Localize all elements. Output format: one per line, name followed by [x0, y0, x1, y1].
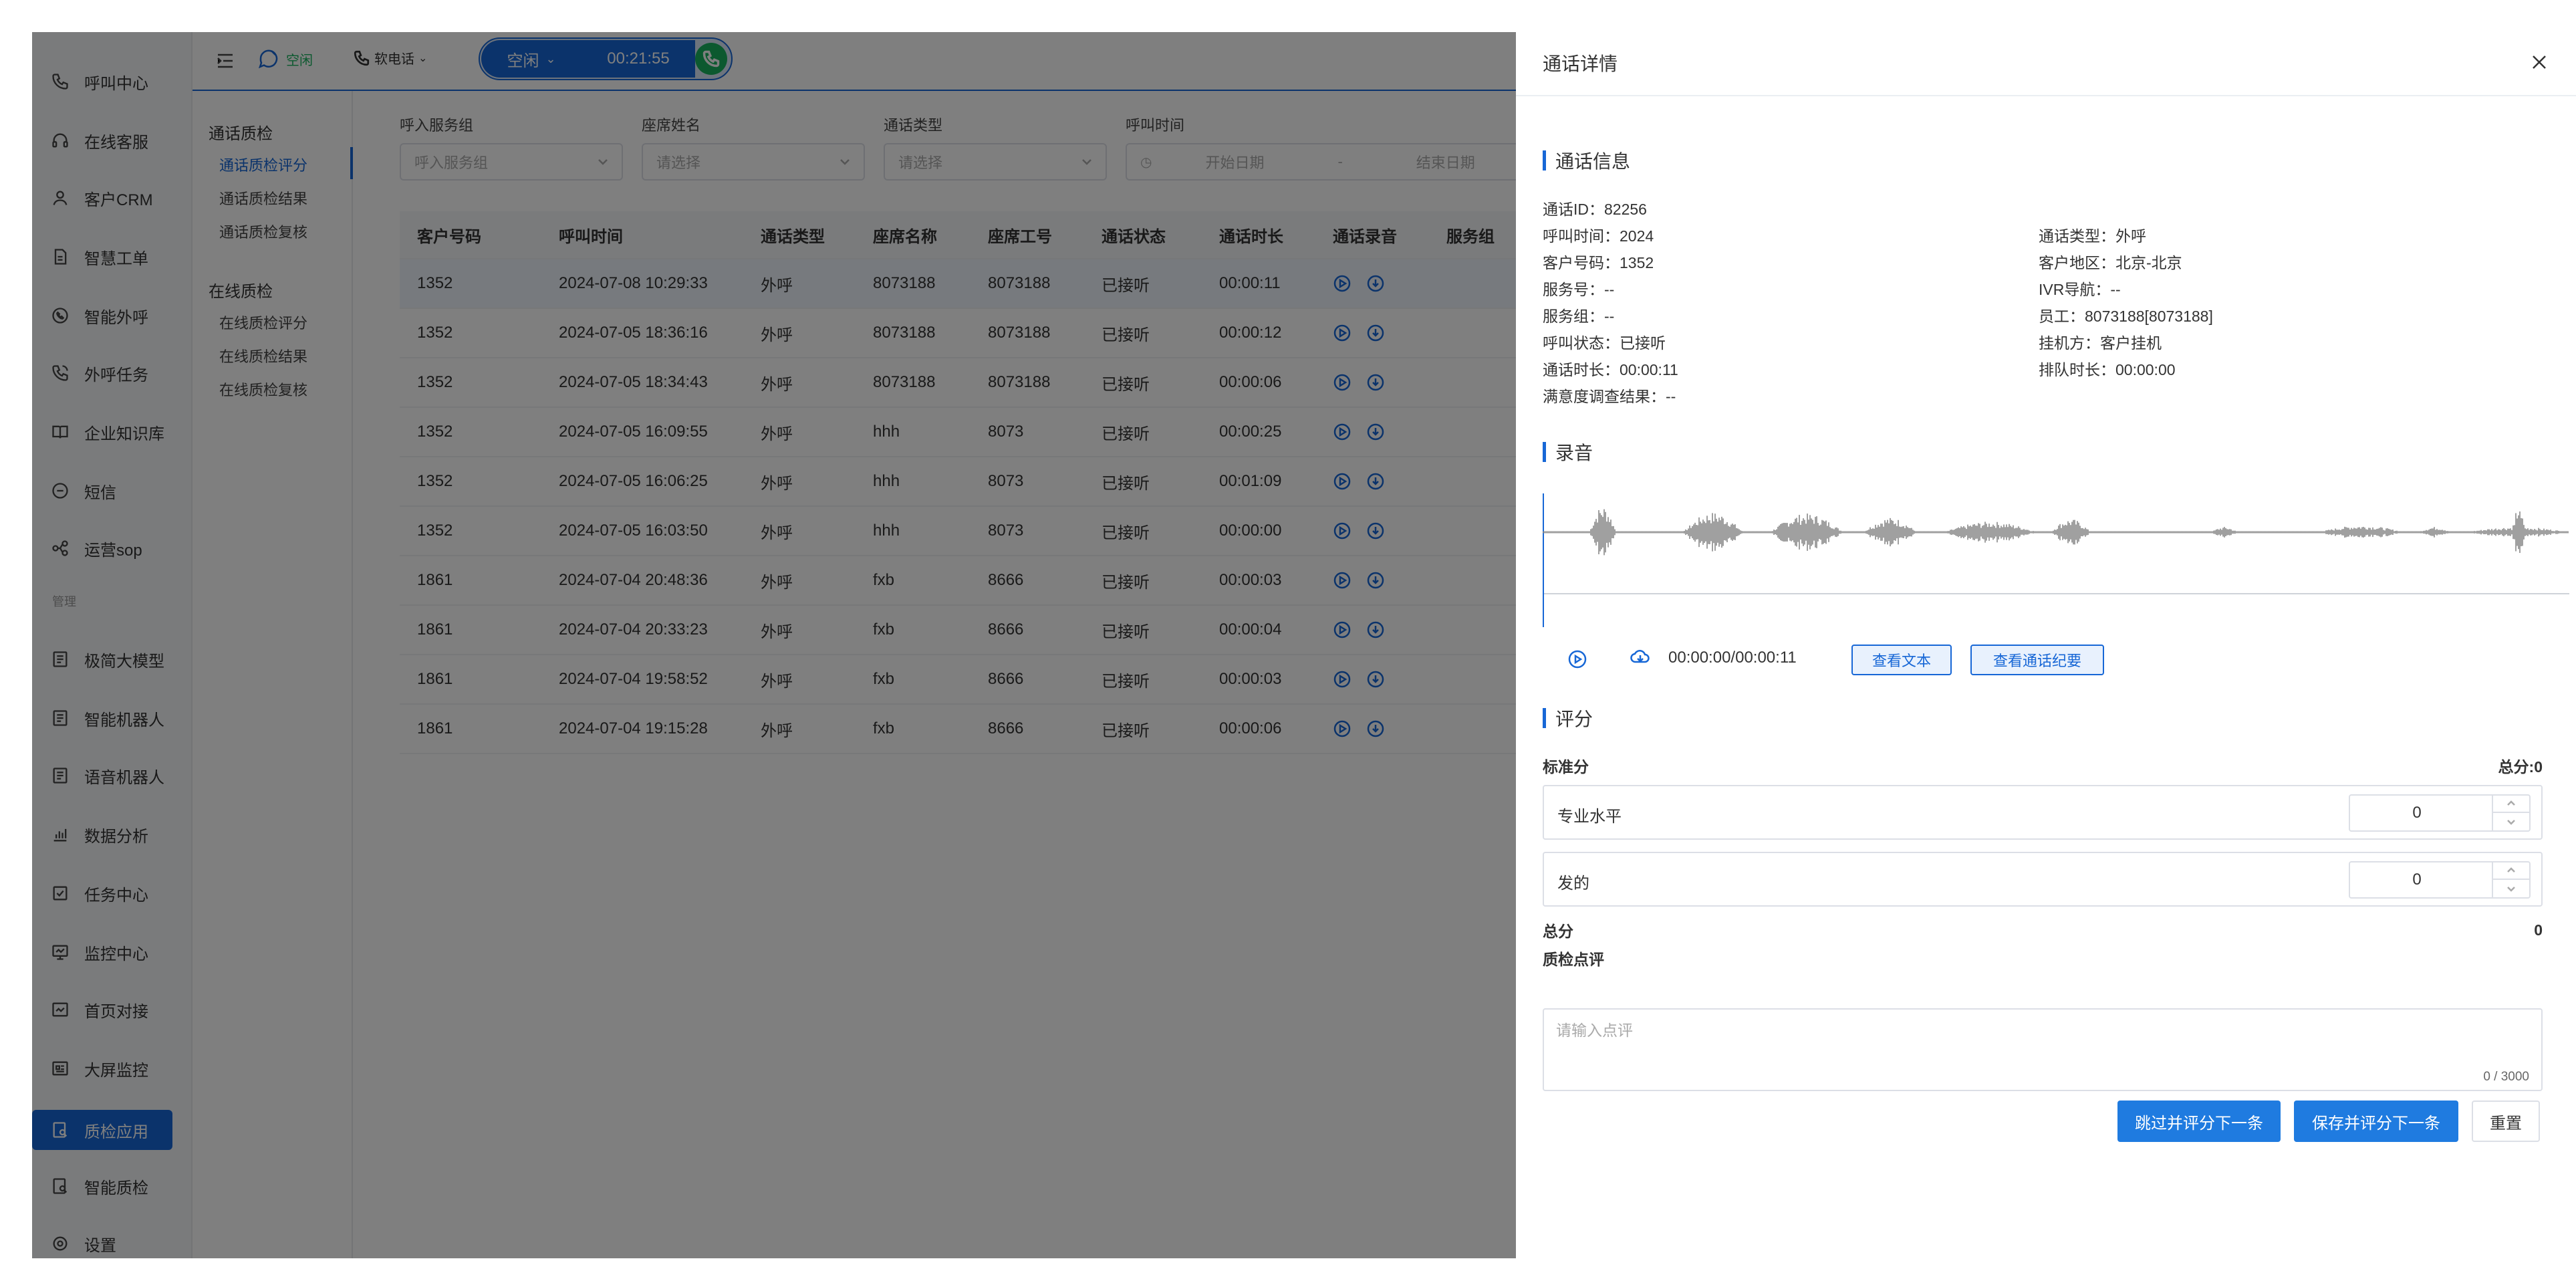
score-item-row: 专业水平 0 — [1543, 785, 2543, 840]
score-input-number[interactable]: 0 — [2349, 794, 2531, 832]
info-staff: 员工：8073188[8073188] — [2039, 308, 2213, 325]
audio-waveform[interactable] — [1543, 493, 2569, 627]
comment-label: 质检点评 — [1543, 951, 1604, 968]
info-service-group: 服务组：-- — [1543, 308, 1615, 325]
comment-textarea[interactable]: 请输入点评 0 / 3000 — [1543, 1008, 2543, 1091]
comment-placeholder: 请输入点评 — [1556, 1022, 1633, 1039]
chevron-down-icon — [2507, 887, 2515, 892]
info-duration: 通话时长：00:00:11 — [1543, 361, 1678, 378]
close-icon[interactable] — [2529, 52, 2549, 72]
play-icon[interactable] — [1567, 649, 1588, 670]
score-item-name: 发的 — [1557, 875, 1589, 893]
section-title-call-info: 通话信息 — [1543, 147, 1630, 174]
view-summary-button[interactable]: 查看通话纪要 — [1970, 645, 2104, 675]
score-stepper — [2492, 862, 2529, 897]
info-hangup: 挂机方：客户挂机 — [2039, 334, 2162, 352]
total-value: 0 — [2534, 921, 2543, 939]
view-text-button[interactable]: 查看文本 — [1851, 645, 1952, 675]
info-customer-region: 客户地区：北京-北京 — [2039, 254, 2182, 271]
total-score-summary: 总分:0 — [2498, 758, 2543, 776]
info-call-status: 呼叫状态：已接听 — [1543, 334, 1666, 352]
score-item-row: 发的 0 — [1543, 852, 2543, 907]
info-call-type: 通话类型：外呼 — [2039, 227, 2146, 245]
score-input-number[interactable]: 0 — [2349, 861, 2531, 899]
score-item-name: 专业水平 — [1557, 808, 1622, 826]
drawer-header: 通话详情 — [1516, 32, 2576, 96]
total-label: 总分 — [1543, 923, 1573, 940]
info-customer-no: 客户号码：1352 — [1543, 254, 1654, 271]
increment-button[interactable] — [2493, 796, 2529, 813]
skip-and-next-button[interactable]: 跳过并评分下一条 — [2117, 1101, 2281, 1142]
info-call-id: 通话ID：82256 — [1543, 201, 1647, 218]
drawer-title: 通话详情 — [1543, 53, 1618, 74]
reset-button[interactable]: 重置 — [2472, 1101, 2540, 1142]
info-queue: 排队时长：00:00:00 — [2039, 361, 2176, 378]
modal-backdrop[interactable] — [32, 32, 1516, 1258]
increment-button[interactable] — [2493, 862, 2529, 880]
score-stepper — [2492, 796, 2529, 830]
score-input-value[interactable]: 0 — [2350, 862, 2484, 897]
section-title-recording: 录音 — [1543, 439, 1593, 465]
standard-score-label: 标准分 — [1543, 758, 1589, 776]
waveform-path — [1543, 509, 2569, 556]
info-satisfaction: 满意度调查结果：-- — [1543, 388, 1676, 405]
save-and-next-button[interactable]: 保存并评分下一条 — [2294, 1101, 2458, 1142]
chevron-up-icon — [2507, 800, 2515, 806]
player-time: 00:00:00/00:00:11 — [1668, 649, 1797, 667]
section-title-score: 评分 — [1543, 705, 1593, 731]
info-call-time: 呼叫时间：2024 — [1543, 227, 1654, 245]
chevron-up-icon — [2507, 867, 2515, 873]
comment-char-count: 0 / 3000 — [2483, 1070, 2529, 1084]
decrement-button[interactable] — [2493, 813, 2529, 830]
score-input-value[interactable]: 0 — [2350, 796, 2484, 830]
info-service-no: 服务号：-- — [1543, 281, 1615, 298]
decrement-button[interactable] — [2493, 880, 2529, 897]
chevron-down-icon — [2507, 820, 2515, 825]
info-ivr: IVR导航：-- — [2039, 281, 2121, 298]
download-icon[interactable] — [1630, 647, 1651, 669]
call-detail-drawer: 通话详情 通话信息 通话ID：82256 呼叫时间：2024 通话类型：外呼 客… — [1516, 32, 2576, 1273]
